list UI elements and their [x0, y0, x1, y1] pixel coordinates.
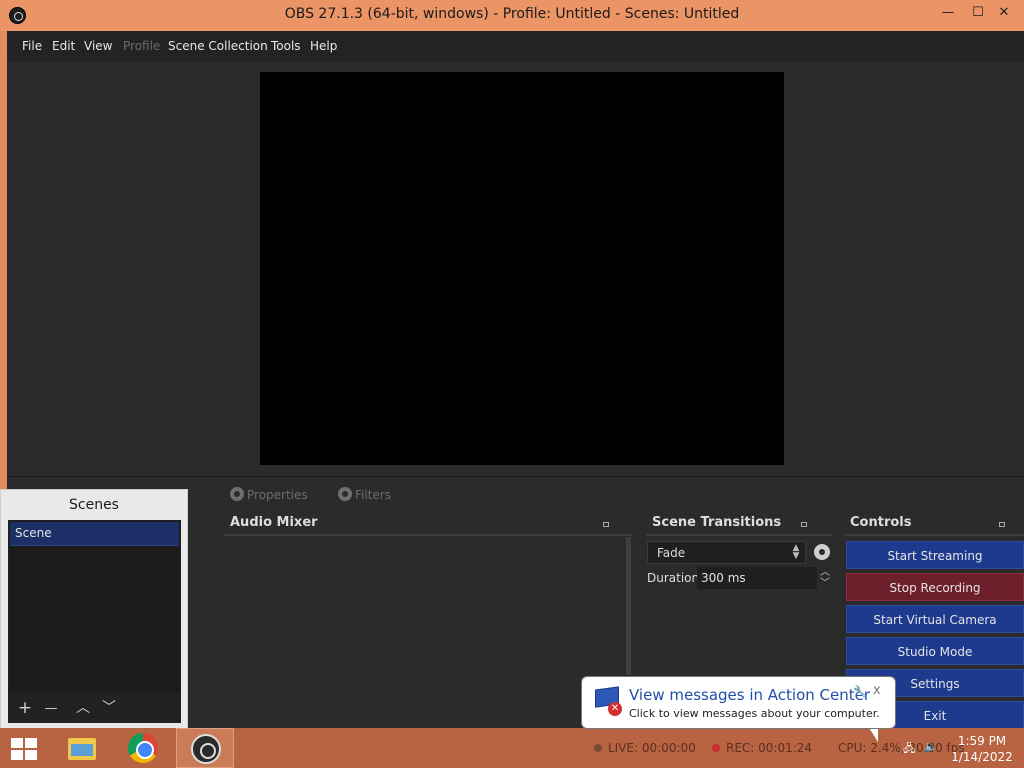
remove-scene-button[interactable]: —	[41, 696, 61, 721]
scenes-window: Scenes Scene + — ︿ ﹀	[0, 489, 188, 729]
notification-title[interactable]: View messages in Action Center	[629, 686, 870, 704]
float-dock-icon[interactable]	[999, 522, 1005, 527]
record-dot-icon	[712, 744, 720, 752]
clock-time: 1:59 PM	[957, 734, 1007, 748]
network-icon[interactable]: 🖧	[903, 740, 915, 759]
rec-time: REC: 00:01:24	[726, 741, 813, 755]
screen: OBS 27.1.3 (64-bit, windows) - Profile: …	[0, 0, 1024, 768]
filter-icon	[338, 487, 352, 501]
rec-status: REC: 00:01:24	[712, 741, 812, 755]
gear-icon	[230, 487, 244, 501]
scene-list-item[interactable]: Scene	[10, 522, 179, 546]
audio-mixer-title: Audio Mixer	[230, 515, 318, 530]
clock-date: 1/14/2022	[951, 750, 1013, 764]
menu-file[interactable]: File	[22, 39, 42, 53]
scenes-panel: Scene + — ︿ ﹀	[8, 520, 181, 723]
float-dock-icon[interactable]	[801, 522, 807, 527]
audio-mixer-scrollbar[interactable]	[626, 537, 631, 675]
filters-label: Filters	[355, 488, 391, 502]
close-button[interactable]: ✕	[988, 2, 1020, 24]
audio-mixer-area	[224, 537, 626, 675]
file-explorer-taskbar-button[interactable]	[52, 728, 110, 768]
divider	[7, 476, 1024, 477]
chrome-taskbar-button[interactable]	[114, 728, 172, 768]
audio-mixer-rule	[224, 534, 632, 536]
window-title: OBS 27.1.3 (64-bit, windows) - Profile: …	[284, 6, 740, 22]
action-center-notification[interactable]: ✕ View messages in Action Center Click t…	[581, 676, 896, 729]
scene-transitions-rule	[646, 534, 832, 536]
live-time: LIVE: 00:00:00	[608, 741, 696, 755]
add-scene-button[interactable]: +	[15, 696, 35, 721]
taskbar-clock[interactable]: 1:59 PM 1/14/2022	[944, 733, 1020, 765]
title-bar: OBS 27.1.3 (64-bit, windows) - Profile: …	[0, 0, 1024, 31]
wrench-icon[interactable]: 🔧	[853, 685, 867, 698]
scenes-toolbar: + — ︿ ﹀	[8, 696, 181, 721]
duration-label: Duration	[647, 571, 700, 585]
volume-muted-icon[interactable]: 🔈	[924, 740, 938, 753]
controls-rule	[845, 534, 1024, 536]
obs-icon	[191, 734, 221, 764]
notification-close-button[interactable]: x	[873, 683, 881, 698]
duration-spinner[interactable]: ︿ ﹀	[817, 567, 833, 589]
folder-icon	[68, 738, 96, 760]
live-status: LIVE: 00:00:00	[594, 741, 696, 755]
stop-recording-button[interactable]: Stop Recording	[846, 573, 1024, 601]
menu-edit[interactable]: Edit	[52, 39, 75, 53]
transition-select[interactable]: Fade	[647, 541, 806, 564]
start-streaming-button[interactable]: Start Streaming	[846, 541, 1024, 569]
preview-canvas[interactable]	[260, 72, 784, 465]
controls-title: Controls	[850, 515, 912, 530]
scenes-list: Scene	[9, 521, 180, 693]
action-center-flag-icon: ✕	[592, 686, 622, 718]
menu-bar: File Edit View Profile Scene Collection …	[7, 31, 1024, 62]
broadcast-icon	[594, 744, 602, 752]
filters-button: Filters	[338, 487, 391, 502]
scenes-title: Scenes	[69, 497, 119, 513]
studio-mode-button[interactable]: Studio Mode	[846, 637, 1024, 665]
duration-input[interactable]: 300 ms	[697, 567, 817, 589]
chrome-icon	[128, 733, 158, 763]
menu-profile: Profile	[123, 39, 161, 53]
float-dock-icon[interactable]	[603, 522, 609, 527]
minimize-button[interactable]: —	[932, 2, 964, 24]
menu-help[interactable]: Help	[310, 39, 337, 53]
windows-start-icon[interactable]	[11, 738, 38, 760]
transition-settings-gear-icon[interactable]	[814, 544, 830, 560]
menu-view[interactable]: View	[84, 39, 112, 53]
obs-taskbar-button[interactable]	[176, 728, 234, 768]
properties-label: Properties	[247, 488, 308, 502]
menu-tools[interactable]: Tools	[271, 39, 301, 53]
move-scene-down-button[interactable]: ﹀	[99, 696, 119, 721]
scene-transitions-title: Scene Transitions	[652, 515, 782, 530]
notification-text: Click to view messages about your comput…	[629, 707, 880, 720]
menu-scene-collection[interactable]: Scene Collection	[168, 39, 268, 53]
select-arrows-icon: ▲ ▼	[792, 543, 800, 561]
move-scene-up-button[interactable]: ︿	[73, 696, 93, 721]
properties-button: Properties	[230, 487, 308, 502]
start-virtual-camera-button[interactable]: Start Virtual Camera	[846, 605, 1024, 633]
